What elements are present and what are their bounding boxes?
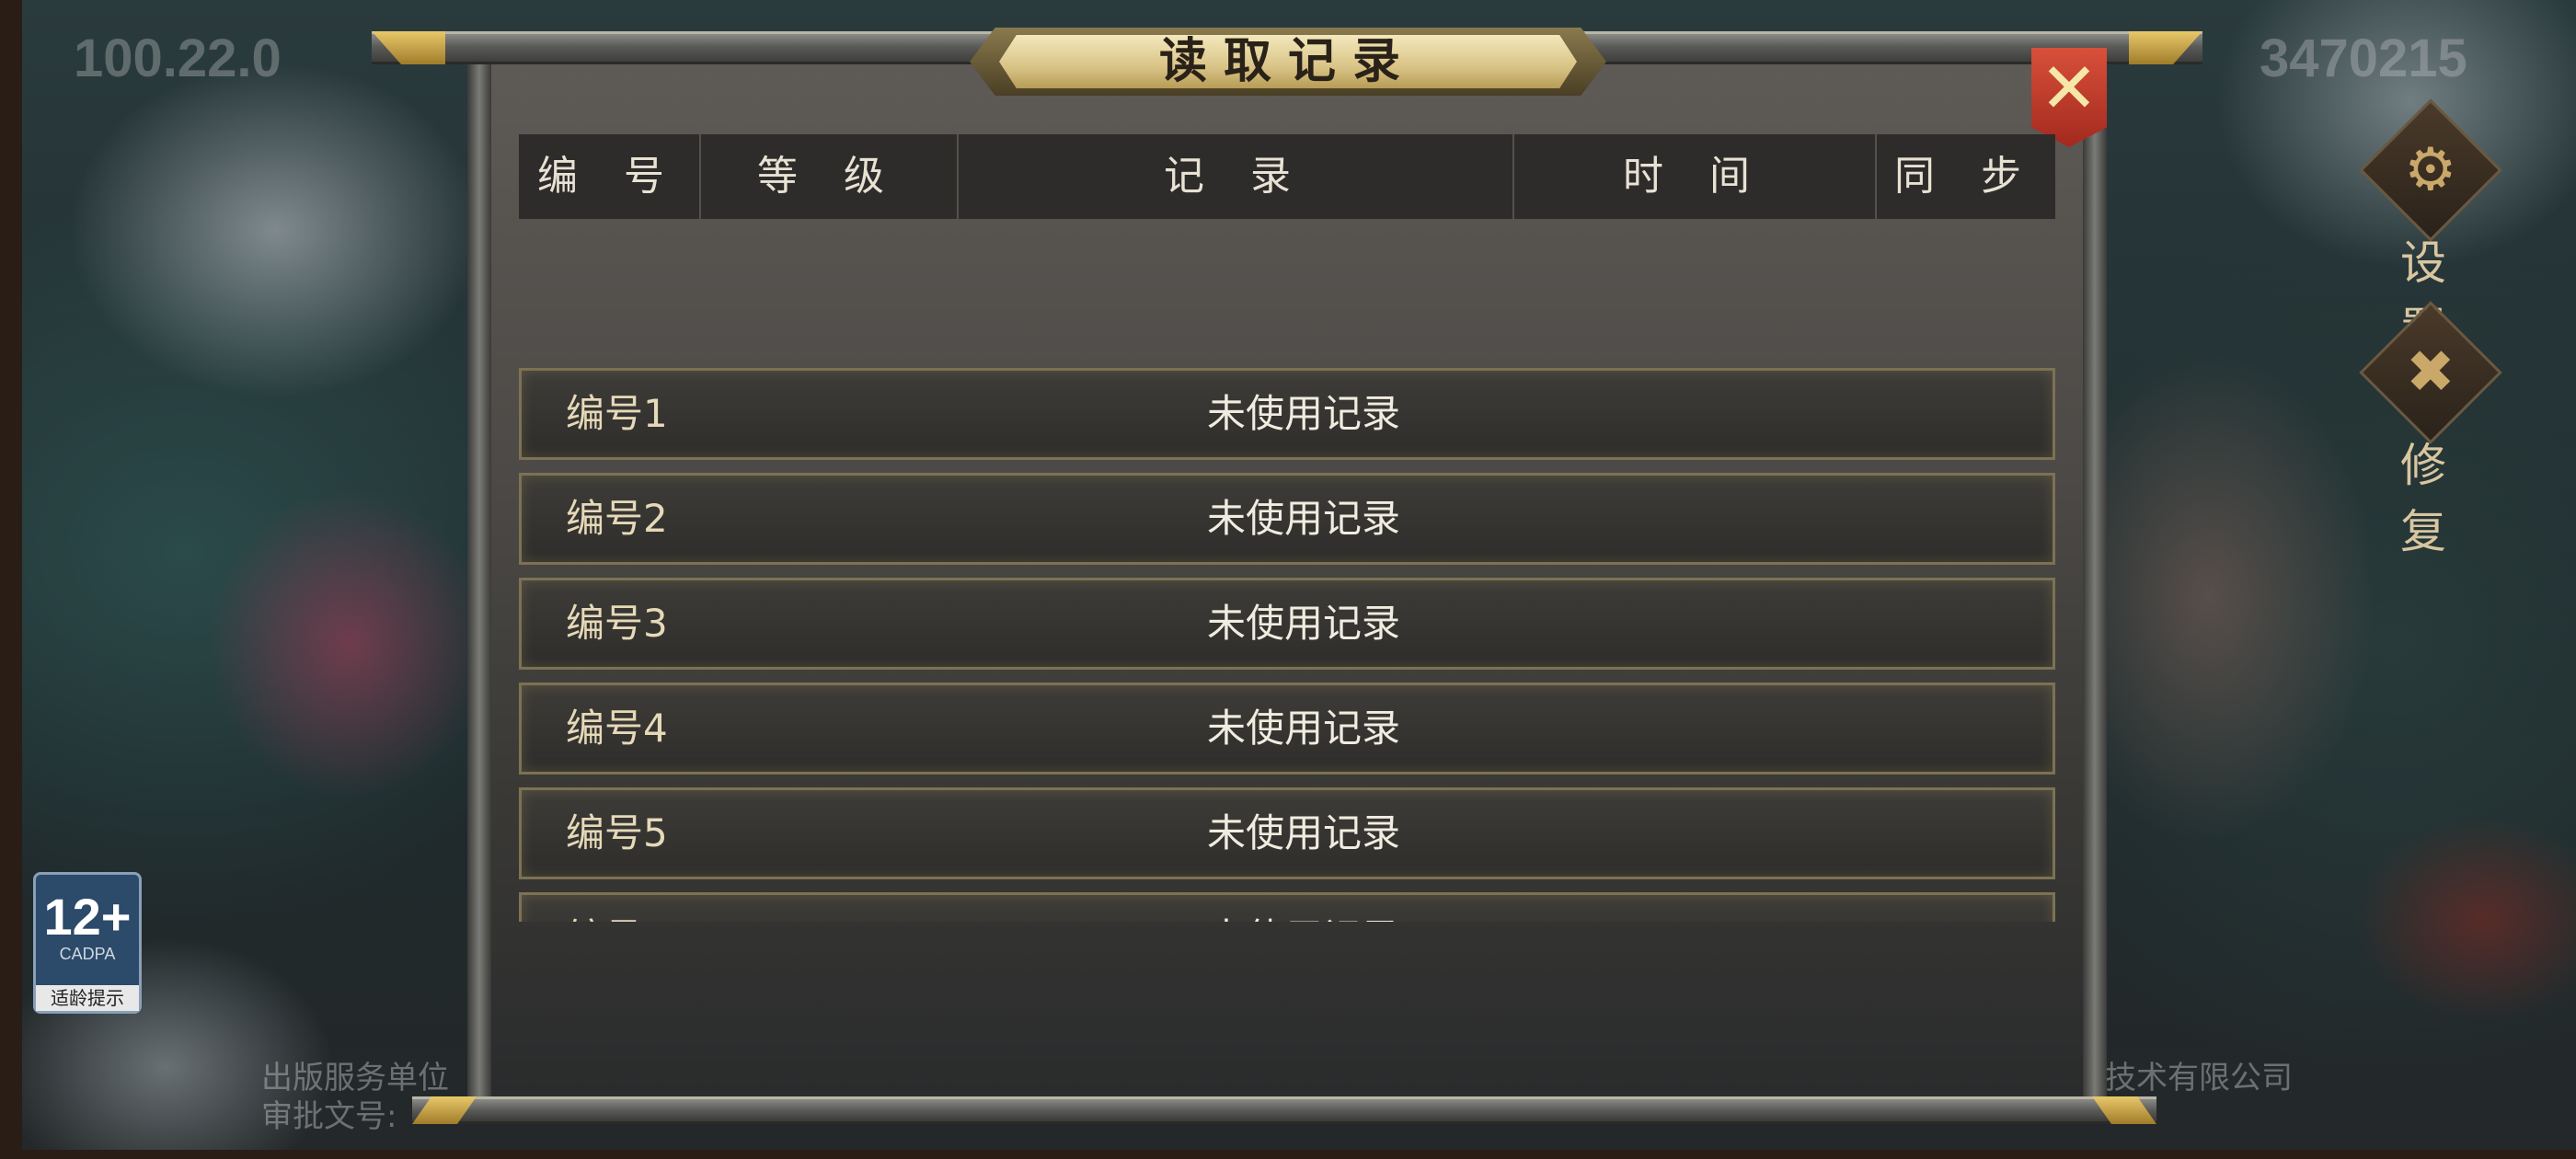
column-header-level: 等 级 — [701, 134, 959, 219]
save-slot-row[interactable]: 编号5 未使用记录 — [519, 787, 2055, 879]
save-slot-status: 未使用记录 — [1206, 601, 1400, 646]
save-slot-row[interactable]: 编号2 未使用记录 — [519, 473, 2055, 565]
column-header-record: 记 录 — [959, 134, 1514, 219]
save-slot-status: 未使用记录 — [1206, 706, 1400, 751]
save-slot-row[interactable]: 编号1 未使用记录 — [519, 368, 2055, 460]
screen-edge-left — [0, 0, 22, 1159]
save-slot-row[interactable]: 编号6 未使用记录 — [519, 892, 2055, 922]
column-header-sync: 同 步 — [1894, 153, 2038, 200]
age-rating-org: CADPA — [59, 945, 116, 963]
repair-label: 修 复 — [2400, 439, 2461, 558]
version-label: 100.22.0 — [74, 29, 282, 88]
save-slot-row[interactable]: 编号3 未使用记录 — [519, 578, 2055, 670]
dialog-bottom-rail — [412, 1096, 2156, 1124]
save-slot-list[interactable]: 编号1 未使用记录 编号2 未使用记录 编号3 未使用记录 编号4 未使用记录 … — [519, 368, 2055, 922]
close-button[interactable]: ✕ — [2031, 48, 2107, 147]
save-slot-status: 未使用记录 — [1206, 496, 1400, 541]
column-header-time: 时 间 — [1514, 134, 1877, 219]
table-header: 编 号 等 级 记 录 时 间 同 步 — [519, 134, 2055, 219]
save-slot-row[interactable]: 编号4 未使用记录 — [519, 683, 2055, 775]
close-icon: ✕ — [2040, 47, 2099, 129]
dialog-pillar-right — [2083, 64, 2107, 1096]
age-rating-badge[interactable]: 12+ CADPA 适龄提示 — [33, 872, 142, 1014]
approval-number-text: 审批文号: — [261, 1098, 397, 1135]
gear-icon: ⚙ — [2404, 136, 2457, 204]
age-rating: 12+ — [43, 888, 132, 946]
repair-button[interactable]: ✖ 修 复 — [2359, 301, 2502, 561]
screen-edge-bottom — [0, 1150, 2576, 1159]
player-id-label: 3470215 — [2260, 29, 2467, 88]
save-slot-status: 未使用记录 — [1206, 810, 1400, 855]
wrench-icon: ✖ — [2406, 339, 2455, 407]
age-rating-tip: 适龄提示 — [36, 985, 139, 1011]
dialog-title: 读取记录 — [1158, 33, 1417, 89]
save-slot-status: 未使用记录 — [1206, 391, 1400, 436]
column-header-number: 编 号 — [519, 134, 701, 219]
dialog-pillar-left — [467, 64, 491, 1096]
save-slot-status: 未使用记录 — [522, 895, 2055, 922]
settings-icon-frame: ⚙ — [2359, 98, 2502, 242]
repair-icon-frame: ✖ — [2359, 301, 2502, 444]
